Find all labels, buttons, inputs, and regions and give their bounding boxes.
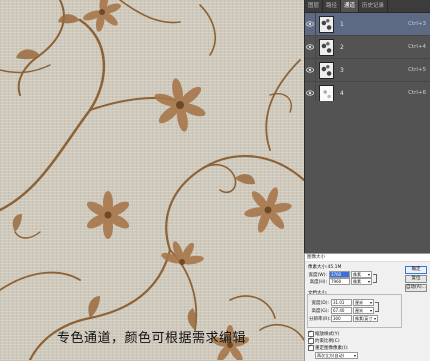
visibility-eye-icon[interactable]	[305, 13, 316, 35]
doc-width-unit-select[interactable]: 厘米	[353, 299, 374, 306]
doc-height-unit-select[interactable]: 厘米	[353, 307, 374, 314]
vine	[199, 163, 237, 194]
tab-channels[interactable]: 通道	[341, 0, 360, 12]
visibility-eye-icon[interactable]	[305, 36, 316, 58]
flower	[244, 187, 292, 233]
vine	[119, 0, 181, 24]
channel-thumbnail	[319, 84, 334, 102]
resample-checkbox[interactable]	[308, 344, 314, 351]
channel-thumbnail	[319, 15, 334, 33]
px-width-unit-select[interactable]: 像素	[351, 271, 372, 278]
vine	[259, 324, 304, 341]
channel-name: 2	[340, 43, 344, 51]
doc-width-input[interactable]: 31.01	[331, 299, 352, 306]
leaf	[88, 296, 100, 318]
channel-shortcut: Ctrl+6	[408, 90, 426, 96]
pixel-size-summary: 像素大小:45.1M	[308, 265, 342, 270]
leaf	[235, 173, 255, 185]
vine	[265, 59, 301, 151]
caption-text: 专色通道，颜色可根据需求编辑	[57, 331, 247, 346]
channels-panel: 图层 路径 通道 历史记录 1 Ctrl+3 2 Ctrl+4 3 Ctrl+5…	[304, 0, 430, 253]
vine	[0, 18, 106, 212]
leaf	[12, 214, 22, 232]
vine	[14, 231, 41, 239]
vine	[199, 4, 216, 56]
artwork-canvas[interactable]: 专色通道，颜色可根据需求编辑	[0, 0, 304, 360]
tab-history[interactable]: 历史记录	[359, 0, 389, 12]
ok-button[interactable]: 确定	[405, 266, 427, 274]
resolution-unit-select[interactable]: 像素/英寸	[353, 315, 378, 322]
vine	[17, 0, 65, 96]
auto-button[interactable]: 自动(A)...	[405, 284, 427, 292]
constrain-proportions-label: 约束比例(C)	[315, 339, 340, 344]
panel-tab-bar: 图层 路径 通道 历史记录	[305, 0, 430, 13]
channel-shortcut: Ctrl+5	[408, 67, 426, 73]
channel-thumbnail	[319, 38, 334, 56]
image-size-dialog: 图像大小 像素大小:45.1M 宽度(W): 3760 像素 高度(H): 79…	[304, 253, 430, 361]
flower	[154, 78, 206, 132]
channel-thumbnail	[319, 61, 334, 79]
flower	[86, 191, 130, 239]
channel-name: 4	[340, 89, 344, 97]
visibility-eye-icon[interactable]	[305, 59, 316, 81]
resample-method-select[interactable]: 两次立方(自动)	[315, 352, 358, 359]
px-height-unit-select[interactable]: 像素	[351, 278, 372, 285]
channel-shortcut: Ctrl+4	[408, 44, 426, 50]
resample-label: 重定图像像素(I):	[315, 346, 349, 351]
px-height-label: 高度(H):	[309, 280, 327, 285]
px-width-input[interactable]: 3760	[329, 271, 350, 278]
channel-row-1[interactable]: 1 Ctrl+3	[305, 13, 430, 36]
vine	[165, 155, 304, 252]
channel-shortcut: Ctrl+3	[408, 21, 426, 27]
vine	[0, 271, 81, 291]
resolution-input[interactable]: 300	[331, 315, 352, 322]
channel-name: 3	[340, 66, 344, 74]
channel-row-3[interactable]: 3 Ctrl+5	[305, 59, 430, 82]
leaf	[58, 14, 80, 24]
channel-name: 1	[340, 20, 344, 28]
chain-link-icon	[373, 274, 377, 283]
doc-width-label: 宽度(D):	[311, 301, 330, 306]
tab-layers[interactable]: 图层	[305, 0, 324, 12]
doc-height-input[interactable]: 67.40	[331, 307, 352, 314]
panel-empty-area	[305, 101, 430, 253]
channel-row-2[interactable]: 2 Ctrl+4	[305, 36, 430, 59]
resolution-label: 分辨率(R):	[309, 317, 331, 322]
vine	[229, 295, 276, 319]
px-height-input[interactable]: 7960	[329, 278, 350, 285]
dialog-title: 图像大小	[305, 254, 430, 262]
scale-styles-label: 缩放样式(Y)	[315, 332, 340, 337]
tab-paths[interactable]: 路径	[323, 0, 342, 12]
doc-height-label: 高度(G):	[311, 309, 329, 314]
chain-link-icon	[375, 302, 379, 312]
floral-pattern	[0, 0, 304, 360]
px-width-label: 宽度(W):	[308, 273, 327, 278]
reset-button[interactable]: 复位	[405, 275, 427, 283]
